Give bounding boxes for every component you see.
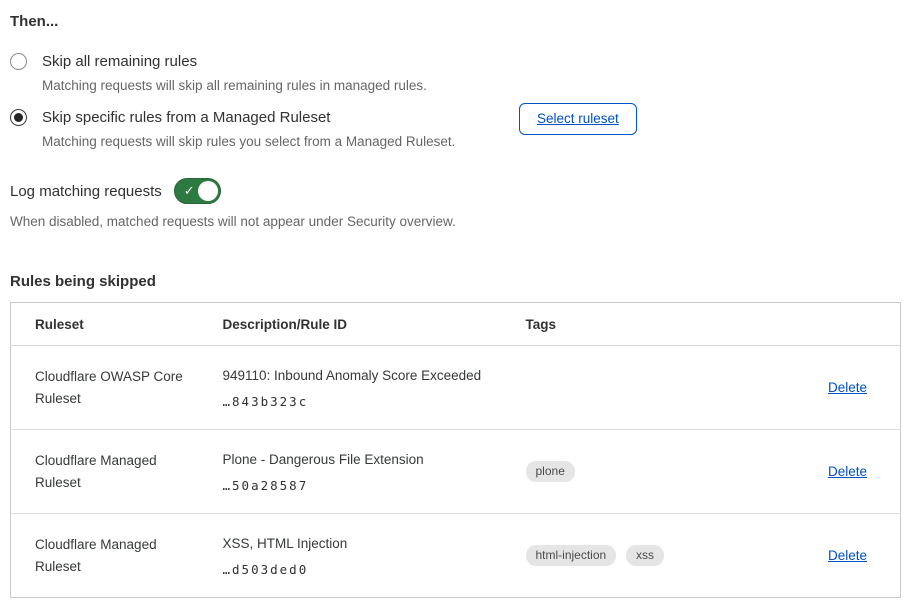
rule-description: XSS, HTML Injection — [223, 535, 492, 552]
option-body: Skip specific rules from a Managed Rules… — [42, 108, 455, 150]
log-matching-requests-label: Log matching requests — [10, 183, 162, 200]
ruleset-name: Cloudflare Managed Ruleset — [11, 514, 199, 598]
rule-actions-cell: Delete — [752, 346, 901, 430]
log-matching-requests-row: Log matching requests ✓ — [10, 178, 900, 204]
rule-tags-cell: plone — [502, 430, 752, 514]
action-options-group: Skip all remaining rules Matching reques… — [10, 52, 900, 150]
delete-rule-link[interactable]: Delete — [828, 464, 867, 479]
rule-description: 949110: Inbound Anomaly Score Exceeded — [223, 367, 492, 384]
rule-description-cell: XSS, HTML Injection …d503ded0 — [199, 514, 502, 598]
rule-id: …d503ded0 — [223, 562, 492, 577]
option-skip-specific-rules: Skip specific rules from a Managed Rules… — [10, 108, 900, 150]
column-header-ruleset: Ruleset — [11, 303, 199, 346]
rule-description-cell: 949110: Inbound Anomaly Score Exceeded …… — [199, 346, 502, 430]
table-row: Cloudflare Managed Ruleset XSS, HTML Inj… — [11, 514, 901, 598]
radio-skip-specific-rules[interactable] — [10, 109, 27, 126]
toggle-knob — [198, 181, 218, 201]
option-skip-all-remaining: Skip all remaining rules Matching reques… — [10, 52, 900, 94]
select-ruleset-button-label: Select ruleset — [537, 111, 619, 126]
option-body: Skip all remaining rules Matching reques… — [42, 52, 427, 94]
waf-rule-action-panel: Then... Skip all remaining rules Matchin… — [0, 0, 911, 598]
log-matching-requests-toggle[interactable]: ✓ — [174, 178, 221, 204]
radio-skip-all-remaining[interactable] — [10, 53, 27, 70]
tag-badge: plone — [526, 461, 575, 482]
rule-description-cell: Plone - Dangerous File Extension …50a285… — [199, 430, 502, 514]
rule-description: Plone - Dangerous File Extension — [223, 451, 492, 468]
option-label-skip-specific[interactable]: Skip specific rules from a Managed Rules… — [42, 108, 455, 127]
skipped-rules-table: Ruleset Description/Rule ID Tags Cloudfl… — [10, 302, 901, 598]
delete-rule-link[interactable]: Delete — [828, 548, 867, 563]
rule-actions-cell: Delete — [752, 430, 901, 514]
ruleset-name: Cloudflare Managed Ruleset — [11, 430, 199, 514]
option-label-skip-all[interactable]: Skip all remaining rules — [42, 52, 427, 71]
table-header-row: Ruleset Description/Rule ID Tags — [11, 303, 901, 346]
table-row: Cloudflare Managed Ruleset Plone - Dange… — [11, 430, 901, 514]
option-desc-skip-all: Matching requests will skip all remainin… — [42, 77, 427, 94]
option-desc-skip-specific: Matching requests will skip rules you se… — [42, 133, 455, 150]
rule-tags-cell — [502, 346, 752, 430]
tag-badge: xss — [626, 545, 664, 566]
column-header-description-rule-id: Description/Rule ID — [199, 303, 502, 346]
rule-tags-cell: html-injection xss — [502, 514, 752, 598]
check-icon: ✓ — [184, 183, 195, 199]
select-ruleset-button[interactable]: Select ruleset — [519, 103, 637, 135]
then-heading: Then... — [10, 12, 900, 31]
log-matching-requests-description: When disabled, matched requests will not… — [10, 213, 900, 230]
table-row: Cloudflare OWASP Core Ruleset 949110: In… — [11, 346, 901, 430]
rule-actions-cell: Delete — [752, 514, 901, 598]
rule-id: …50a28587 — [223, 478, 492, 493]
rules-being-skipped-heading: Rules being skipped — [10, 273, 900, 290]
ruleset-name: Cloudflare OWASP Core Ruleset — [11, 346, 199, 430]
column-header-actions — [752, 303, 901, 346]
column-header-tags: Tags — [502, 303, 752, 346]
tag-badge: html-injection — [526, 545, 617, 566]
delete-rule-link[interactable]: Delete — [828, 380, 867, 395]
rule-id: …843b323c — [223, 394, 492, 409]
